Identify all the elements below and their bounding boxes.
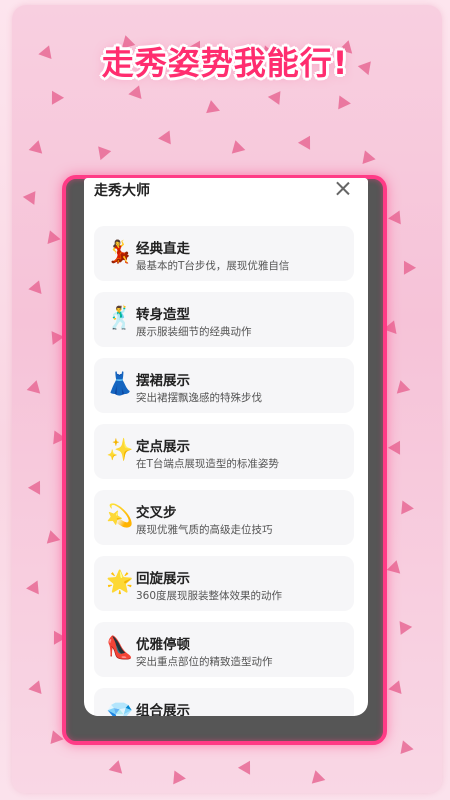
modal-title: 走秀大师 bbox=[94, 183, 150, 199]
list-item[interactable]: 👠 优雅停顿 突出重点部位的精致造型动作 bbox=[94, 622, 354, 677]
item-title: 定点展示 bbox=[136, 439, 190, 455]
list-item[interactable]: 👗 摆裙展示 突出裙摆飘逸感的特殊步伐 bbox=[94, 358, 354, 413]
item-desc: 展现优雅气质的高级走位技巧 bbox=[136, 524, 273, 536]
modal-header: 走秀大师 bbox=[84, 178, 368, 216]
glowing-star-icon: 🌟 bbox=[106, 570, 134, 595]
man-dancing-icon: 🕺 bbox=[106, 306, 134, 331]
shoe-decoration-icon bbox=[204, 98, 220, 114]
item-desc: 最基本的T台步伐，展现优雅自信 bbox=[136, 260, 290, 272]
item-desc: 在T台端点展现造型的标准姿势 bbox=[136, 458, 279, 470]
item-desc: 突出重点部位的精致造型动作 bbox=[136, 656, 273, 668]
item-title: 经典直走 bbox=[136, 241, 190, 257]
item-title: 回旋展示 bbox=[136, 571, 190, 587]
dizzy-icon: 💫 bbox=[106, 504, 134, 529]
list-item[interactable]: 🌟 回旋展示 360度展现服装整体效果的动作 bbox=[94, 556, 354, 611]
item-title: 摆裙展示 bbox=[136, 373, 190, 389]
item-desc: 360度展现服装整体效果的动作 bbox=[136, 590, 283, 602]
item-desc: 突出裙摆飘逸感的特殊步伐 bbox=[136, 392, 262, 404]
list-item[interactable]: 🕺 转身造型 展示服装细节的经典动作 bbox=[94, 292, 354, 347]
high-heel-icon: 👠 bbox=[106, 636, 134, 661]
item-title: 交叉步 bbox=[136, 505, 177, 521]
item-desc: 展示服装细节的经典动作 bbox=[136, 326, 252, 338]
item-title: 优雅停顿 bbox=[136, 637, 190, 653]
item-title: 组合展示 bbox=[136, 703, 190, 716]
list-item[interactable]: 💃 经典直走 最基本的T台步伐，展现优雅自信 bbox=[94, 226, 354, 281]
dancer-icon: 💃 bbox=[106, 240, 134, 265]
list-item[interactable]: 💎 组合展示 bbox=[94, 688, 354, 716]
sparkles-icon: ✨ bbox=[106, 438, 134, 463]
list-item[interactable]: ✨ 定点展示 在T台端点展现造型的标准姿势 bbox=[94, 424, 354, 479]
walk-styles-modal: 走秀大师 💃 经典直走 最基本的T台步伐，展现优雅自信 🕺 转身造型 展示服装细… bbox=[84, 178, 368, 716]
item-title: 转身造型 bbox=[136, 307, 190, 323]
close-icon[interactable] bbox=[334, 180, 352, 198]
page-title: 走秀姿势我能行! bbox=[101, 44, 349, 82]
walk-style-list: 💃 经典直走 最基本的T台步伐，展现优雅自信 🕺 转身造型 展示服装细节的经典动… bbox=[94, 226, 354, 716]
dress-icon: 👗 bbox=[106, 372, 134, 397]
list-item[interactable]: 💫 交叉步 展现优雅气质的高级走位技巧 bbox=[94, 490, 354, 545]
gem-icon: 💎 bbox=[106, 702, 134, 716]
